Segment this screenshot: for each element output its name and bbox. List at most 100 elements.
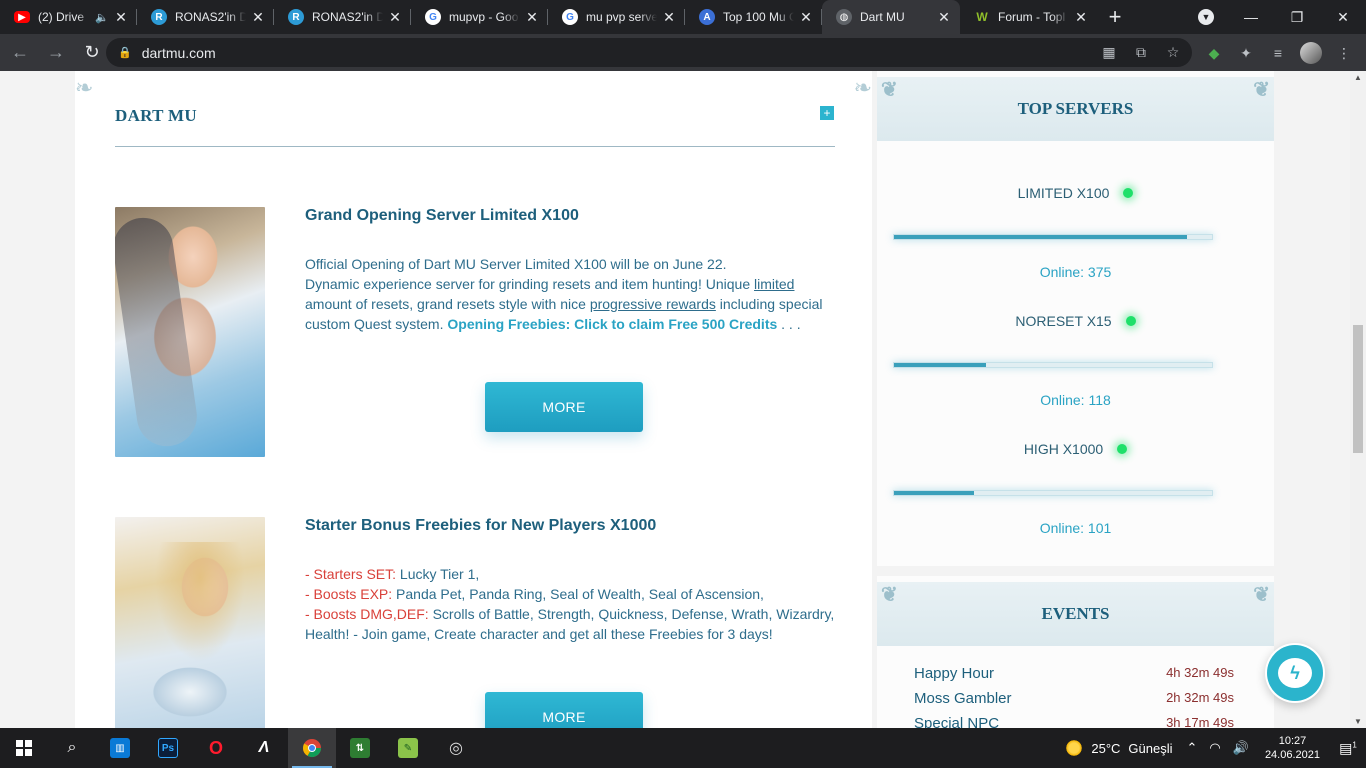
server-load-bar <box>893 234 1213 240</box>
events-heading: EVENTS <box>1041 604 1110 623</box>
events-header: ❦ EVENTS ❦ <box>877 582 1274 646</box>
top-servers-header: ❦ TOP SERVERS ❦ <box>877 77 1274 141</box>
back-icon[interactable]: ← <box>4 37 36 69</box>
wifi-icon[interactable]: ◠ <box>1209 740 1220 756</box>
notepad-icon[interactable]: ✎ <box>384 728 432 768</box>
search-icon[interactable]: ⌕ <box>48 728 96 768</box>
post-image-elf-warrior[interactable] <box>115 207 265 457</box>
event-row: Special NPC 3h 17m 49s <box>914 715 1234 728</box>
top100-icon: A <box>699 9 715 25</box>
online-status-icon <box>1123 188 1134 199</box>
discord-icon: R <box>288 9 304 25</box>
server-name[interactable]: NORESET X15 <box>877 313 1274 329</box>
event-row: Happy Hour 4h 32m 49s <box>914 665 1234 682</box>
news-panel: ❧ ❧ DART MU + Grand Opening Server Limit… <box>75 71 872 728</box>
chrome-icon[interactable] <box>288 728 336 768</box>
messenger-chat-button[interactable]: ϟ <box>1265 643 1325 703</box>
close-window-icon[interactable]: ✕ <box>1320 9 1366 26</box>
volume-icon[interactable]: 🔊 <box>1233 740 1249 756</box>
ornament-icon: ❦ <box>881 584 898 606</box>
ornament-icon: ❦ <box>1253 79 1270 101</box>
minimize-icon[interactable]: — <box>1228 9 1274 25</box>
limited-link[interactable]: limited <box>754 276 794 292</box>
server-online-count: Online: 118 <box>1040 392 1111 408</box>
forward-icon[interactable]: → <box>40 37 72 69</box>
tab-youtube[interactable]: ▶ (2) Drive 🔈 ✕ <box>0 0 137 34</box>
tab-mupvp[interactable]: G mupvp - Goo ✕ <box>411 0 548 34</box>
tab-top100[interactable]: A Top 100 Mu C ✕ <box>685 0 822 34</box>
bookmark-star-icon[interactable]: ☆ <box>1164 44 1182 61</box>
tab-dart-mu[interactable]: ◍ Dart MU ✕ <box>822 0 960 34</box>
web-page: ❧ ❧ DART MU + Grand Opening Server Limit… <box>0 71 1350 728</box>
server-load-bar <box>893 362 1213 368</box>
online-status-icon <box>1117 444 1128 455</box>
weather-sun-icon[interactable] <box>1065 739 1084 757</box>
close-icon[interactable]: ✕ <box>250 9 266 26</box>
server-online-count: Online: 101 <box>1039 520 1112 536</box>
close-icon[interactable]: ✕ <box>387 9 403 26</box>
page-scrollbar[interactable]: ▲ ▼ <box>1350 71 1366 728</box>
opera-icon[interactable]: O <box>192 728 240 768</box>
new-tab-button[interactable]: + <box>1097 0 1133 34</box>
close-icon[interactable]: ✕ <box>1073 9 1089 26</box>
expand-plus-icon[interactable]: + <box>820 106 834 120</box>
close-icon[interactable]: ✕ <box>524 9 540 26</box>
address-bar[interactable]: 🔒 dartmu.com ▦ ⧉ ☆ <box>106 38 1192 67</box>
recorder-icon[interactable]: ◎ <box>432 728 480 768</box>
clock[interactable]: 10:27 24.06.2021 <box>1265 734 1320 762</box>
server-name[interactable]: HIGH X1000 <box>877 441 1274 457</box>
media-control-icon[interactable]: ≡ <box>1268 43 1288 63</box>
tray-chevron-up-icon[interactable]: ⌃ <box>1187 740 1198 756</box>
close-icon[interactable]: ✕ <box>798 9 814 26</box>
system-tray: 25°C Güneşli ⌃ ◠ 🔊 10:27 24.06.2021 ▤1 <box>1065 728 1366 768</box>
progressive-rewards-link[interactable]: progressive rewards <box>590 296 716 312</box>
speaker-icon[interactable]: 🔈 <box>95 11 109 24</box>
close-icon[interactable]: ✕ <box>936 9 952 26</box>
tab-search-icon[interactable]: ▼ <box>1198 9 1214 25</box>
server-online-count: Online: 375 <box>1039 264 1112 280</box>
tab-mu-pvp-server[interactable]: G mu pvp serve ✕ <box>548 0 685 34</box>
translate-icon[interactable]: ⧉ <box>1132 44 1150 61</box>
extension-color-icon[interactable]: ◆ <box>1204 43 1224 63</box>
scroll-up-icon[interactable]: ▲ <box>1354 73 1362 82</box>
profile-avatar[interactable] <box>1300 42 1322 64</box>
post-title[interactable]: Starter Bonus Freebies for New Players X… <box>305 517 656 535</box>
trello-icon[interactable]: ▥ <box>96 728 144 768</box>
menu-kebab-icon[interactable]: ⋮ <box>1334 43 1354 63</box>
photoshop-icon[interactable]: Ps <box>144 728 192 768</box>
post-body: - Starters SET: Lucky Tier 1, - Boosts E… <box>305 566 835 642</box>
ornament-icon: ❦ <box>881 79 898 101</box>
server-name[interactable]: LIMITED X100 <box>877 185 1274 201</box>
file-transfer-icon[interactable]: ⇅ <box>336 728 384 768</box>
tab-ronas-2[interactable]: R RONAS2'in D ✕ <box>274 0 411 34</box>
post-image-elf-priestess[interactable] <box>115 517 265 728</box>
notification-center-icon[interactable]: ▤1 <box>1330 740 1366 757</box>
more-button[interactable]: MORE <box>485 692 643 728</box>
reload-icon[interactable]: ↻ <box>76 37 108 69</box>
post-title[interactable]: Grand Opening Server Limited X100 <box>305 207 579 225</box>
event-row: Moss Gambler 2h 32m 49s <box>914 690 1234 707</box>
corner-ornament-icon: ❧ <box>853 75 872 100</box>
heading-divider <box>115 146 835 147</box>
more-button[interactable]: MORE <box>485 382 643 432</box>
top-servers-heading: TOP SERVERS <box>1017 99 1134 118</box>
browser-toolbar: ← → ↻ 🔒 dartmu.com ▦ ⧉ ☆ ◆ ✦ ≡ ⋮ <box>0 34 1366 71</box>
events-panel: ❦ EVENTS ❦ Happy Hour 4h 32m 49s Moss Gam… <box>877 576 1274 728</box>
scrollbar-thumb[interactable] <box>1353 325 1363 453</box>
free-credits-link[interactable]: Opening Freebies: Click to claim Free 50… <box>447 316 777 332</box>
tab-ronas-1[interactable]: R RONAS2'in D ✕ <box>137 0 274 34</box>
online-status-icon <box>1125 316 1136 327</box>
qr-code-icon[interactable]: ▦ <box>1100 44 1118 61</box>
close-icon[interactable]: ✕ <box>661 9 677 26</box>
windows-start-icon[interactable] <box>0 728 48 768</box>
close-icon[interactable]: ✕ <box>113 9 129 26</box>
globe-icon: ◍ <box>836 9 852 25</box>
news-heading: DART MU <box>115 106 197 125</box>
lock-icon[interactable]: 🔒 <box>118 46 132 59</box>
scroll-down-icon[interactable]: ▼ <box>1354 717 1362 726</box>
tab-forum[interactable]: W Forum - Topl ✕ <box>960 0 1097 34</box>
extensions-puzzle-icon[interactable]: ✦ <box>1236 43 1256 63</box>
restore-icon[interactable]: ❐ <box>1274 9 1320 26</box>
app-scribble-icon[interactable]: Ʌ <box>240 728 288 768</box>
forum-icon: W <box>976 10 988 24</box>
